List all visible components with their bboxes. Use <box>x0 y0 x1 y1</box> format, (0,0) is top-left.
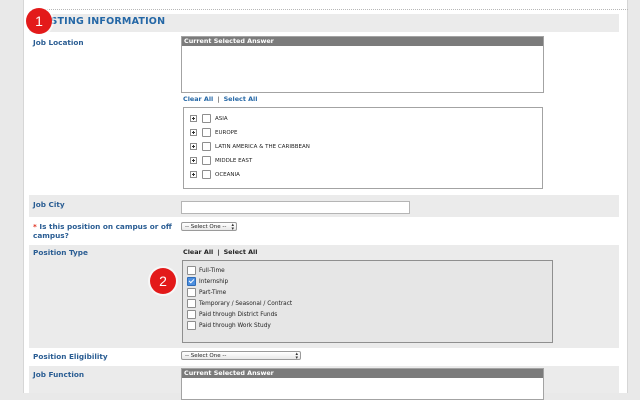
position-type-label: Position Type <box>33 248 88 257</box>
clear-all-link[interactable]: Clear All <box>183 95 213 103</box>
eligibility-select[interactable]: -- Select One -- ▴ ▾ <box>181 351 301 361</box>
tree-item-oceania[interactable]: OCEANIA <box>190 170 240 180</box>
clear-all-link[interactable]: Clear All <box>183 248 213 256</box>
select-arrows-icon: ▴ ▾ <box>295 351 298 361</box>
select-all-link[interactable]: Select All <box>224 248 258 256</box>
job-location-label: Job Location <box>33 38 84 47</box>
region-tree: ASIA EUROPE LATIN AMERICA & THE CARIBBEA… <box>183 107 543 189</box>
tree-item-asia[interactable]: ASIA <box>190 114 228 124</box>
checkbox[interactable] <box>187 310 196 319</box>
checkbox[interactable] <box>202 170 211 179</box>
job-function-row: Job Function Current Selected Answer <box>29 366 619 400</box>
campus-row: * Is this position on campus or off camp… <box>29 219 619 243</box>
job-function-label: Job Function <box>33 370 85 379</box>
campus-label: * Is this position on campus or off camp… <box>33 222 172 240</box>
tree-item-middle-east[interactable]: MIDDLE EAST <box>190 156 252 166</box>
required-marker: * <box>33 222 37 231</box>
step-marker-2: 2 <box>150 268 176 294</box>
expand-icon[interactable] <box>190 115 197 122</box>
job-location-links: Clear All | Select All <box>183 95 258 103</box>
checkbox[interactable] <box>187 266 196 275</box>
campus-select[interactable]: -- Select One -- ▴ ▾ <box>181 222 237 232</box>
job-city-row: Job City <box>29 195 619 217</box>
select-all-link[interactable]: Select All <box>224 95 258 103</box>
position-type-links: Clear All | Select All <box>183 248 258 256</box>
expand-icon[interactable] <box>190 129 197 136</box>
tree-item-europe[interactable]: EUROPE <box>190 128 237 138</box>
option-work-study[interactable]: Paid through Work Study <box>187 321 271 331</box>
checkbox[interactable] <box>202 142 211 151</box>
section-header: POSTING INFORMATION <box>29 14 619 32</box>
job-location-row: Job Location Current Selected Answer Cle… <box>29 32 619 193</box>
option-district-funds[interactable]: Paid through District Funds <box>187 310 277 320</box>
position-type-box: Full-Time Internship Part-Time Temporary… <box>182 260 553 343</box>
eligibility-label: Position Eligibility <box>33 352 108 361</box>
checkbox[interactable] <box>187 321 196 330</box>
job-city-input[interactable] <box>181 201 410 214</box>
job-city-label: Job City <box>33 200 65 209</box>
checkbox[interactable] <box>202 128 211 137</box>
checkbox[interactable] <box>202 114 211 123</box>
expand-icon[interactable] <box>190 157 197 164</box>
option-temporary[interactable]: Temporary / Seasonal / Contract <box>187 299 292 309</box>
checkbox[interactable] <box>202 156 211 165</box>
checkbox-checked[interactable] <box>187 277 196 286</box>
expand-icon[interactable] <box>190 171 197 178</box>
step-marker-1: 1 <box>26 8 52 34</box>
checkbox[interactable] <box>187 299 196 308</box>
select-arrows-icon: ▴ ▾ <box>231 222 234 232</box>
selected-answer-header: Current Selected Answer <box>182 369 543 378</box>
divider <box>32 9 628 10</box>
selected-answer-header: Current Selected Answer <box>182 37 543 46</box>
tree-item-latin-america[interactable]: LATIN AMERICA & THE CARIBBEAN <box>190 142 310 152</box>
expand-icon[interactable] <box>190 143 197 150</box>
option-internship[interactable]: Internship <box>187 277 228 287</box>
job-function-selected-box[interactable]: Current Selected Answer <box>181 368 544 400</box>
job-location-selected-box[interactable]: Current Selected Answer <box>181 36 544 93</box>
option-full-time[interactable]: Full-Time <box>187 266 225 276</box>
eligibility-row: Position Eligibility -- Select One -- ▴ ▾ <box>29 350 619 364</box>
section-title: POSTING INFORMATION <box>35 16 166 27</box>
checkbox[interactable] <box>187 288 196 297</box>
position-type-row: Position Type Clear All | Select All Full-… <box>29 245 619 348</box>
option-part-time[interactable]: Part-Time <box>187 288 226 298</box>
